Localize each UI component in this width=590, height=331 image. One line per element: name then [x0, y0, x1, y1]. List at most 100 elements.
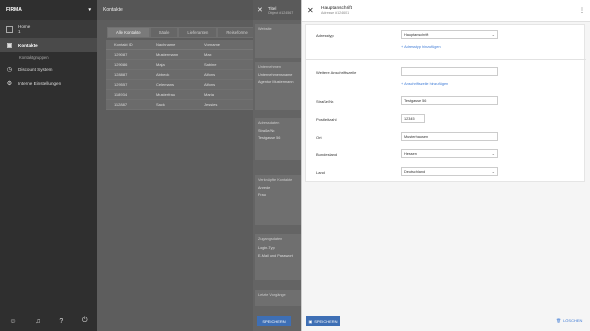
country-select[interactable]: Deutschland ⌄: [401, 167, 498, 176]
sidebar-item-label: Interne Einstellungen: [18, 80, 62, 86]
cell: 129087: [114, 52, 128, 57]
street-value: Testgasse 56: [404, 98, 427, 103]
city-input[interactable]: Musterhausen: [401, 132, 498, 141]
sidebar-item-label: Discount System: [18, 66, 53, 72]
bell-icon[interactable]: ♫: [35, 318, 40, 325]
chevron-down-icon: ⌄: [491, 151, 495, 156]
cell: Alfons: [204, 82, 216, 87]
adresstyp-label: Adresstyp: [316, 33, 334, 38]
table-row[interactable]: 129087 Mustermann Max: [106, 50, 256, 60]
save-button[interactable]: ▣ SPEICHERN: [306, 316, 340, 326]
company-header[interactable]: FIRMA ▾: [0, 0, 97, 20]
card-label: Verknüpfte Kontakte: [258, 178, 293, 182]
detail-subtitle: Object #124567: [267, 10, 294, 15]
column-header[interactable]: Nachname: [156, 42, 204, 47]
close-icon[interactable]: ✕: [307, 6, 319, 15]
chevron-down-icon: ⌄: [491, 169, 495, 174]
card-website: Website: [255, 24, 301, 58]
card-label: Letzte Vorgänge: [258, 293, 286, 297]
cell: 128887: [114, 72, 128, 77]
contact-tabs: Alle Kontakte Säale Lieferanten Reisefor…: [107, 27, 257, 38]
tab-all-contacts[interactable]: Alle Kontakte: [107, 27, 150, 38]
table-header: Kontakt ID Nachname Vorname: [106, 40, 256, 50]
tab-suppliers[interactable]: Lieferanten: [178, 27, 218, 38]
city-label: Ort: [316, 135, 322, 140]
panel-header: ✕ Hauptanschrift Adresse #124601 ⋮: [302, 0, 590, 22]
cell: Musterfrau: [156, 92, 176, 97]
add-address-type-link[interactable]: + Adresstyp hinzufügen: [401, 45, 441, 49]
state-value: Hessen: [404, 151, 417, 156]
chevron-down-icon[interactable]: ▾: [88, 7, 91, 13]
card-value: Anrede Frau: [258, 186, 271, 197]
user-icon[interactable]: ☺: [9, 318, 16, 325]
cell: Maja: [156, 62, 165, 67]
card-access: Zugangsdaten Login-Typ E-Mail und Passwo…: [255, 234, 301, 280]
close-icon[interactable]: ✕: [257, 6, 263, 14]
power-icon[interactable]: ⏻: [82, 317, 88, 325]
chevron-down-icon: ⌄: [491, 32, 495, 37]
divider: [306, 59, 586, 60]
state-select[interactable]: Hessen ⌄: [401, 149, 498, 158]
street-input[interactable]: Testgasse 56: [401, 96, 498, 105]
sidebar-item-discount[interactable]: ◷ Discount System: [0, 62, 97, 76]
table-row[interactable]: 112887 Sack Jessies: [106, 100, 256, 110]
zip-label: Postleitzahl: [316, 117, 337, 122]
save-label: SPEICHERN: [262, 318, 286, 324]
sidebar-item-kontakte[interactable]: ▣ Kontakte: [0, 38, 97, 52]
tab-saale[interactable]: Säale: [149, 27, 179, 38]
cell: Abbeck: [156, 72, 170, 77]
sidebar-subitem-kontaktgruppen[interactable]: Kontaktgruppen: [0, 52, 97, 62]
cell: Jessies: [204, 102, 218, 107]
cell: Celemans: [156, 82, 175, 87]
card-label: Website: [258, 27, 272, 31]
help-icon[interactable]: ?: [59, 318, 63, 325]
card-linked-contacts: Verknüpfte Kontakte Anrede Frau: [255, 175, 301, 225]
city-value: Musterhausen: [404, 134, 429, 139]
company-name: FIRMA: [6, 7, 22, 13]
sidebar-item-settings[interactable]: ⚙ Interne Einstellungen: [0, 76, 97, 90]
cell: 112887: [114, 102, 128, 107]
detail-save-button[interactable]: SPEICHERN: [257, 316, 291, 326]
card-value: Unternehmensname Agentur Mustermann: [258, 73, 294, 84]
contacts-table: Kontakt ID Nachname Vorname 129087 Muster…: [106, 40, 256, 110]
card-label: Adressdaten: [258, 121, 280, 125]
card-recent: Letzte Vorgänge: [255, 290, 301, 306]
card-value: Straße/Nr. Testgasse 56: [258, 129, 281, 140]
delete-label: LÖSCHEN: [563, 318, 583, 323]
table-row[interactable]: 118934 Musterfrau Maria: [106, 90, 256, 100]
cell: Maria: [204, 92, 215, 97]
cell: Sabine: [204, 62, 217, 67]
main-sidebar: FIRMA ▾ Home 1 ▣ Kontakte Kontaktgruppen…: [0, 0, 97, 331]
panel-subtitle: Adresse #124601: [321, 11, 350, 15]
cell: Mustermann: [156, 52, 179, 57]
column-header[interactable]: Vorname: [204, 42, 254, 47]
address-form: Adresstyp Hauptanschrift ⌄ + Adresstyp h…: [305, 24, 586, 182]
home-icon: [6, 25, 13, 33]
card-company: Unternehmen Unternehmensname Agentur Mus…: [255, 62, 301, 110]
more-icon[interactable]: ⋮: [579, 7, 585, 14]
detail-header: ✕ Titel Object #124567: [253, 0, 301, 20]
save-label: SPEICHERN: [314, 318, 338, 324]
save-icon: ▣: [308, 318, 313, 324]
table-row[interactable]: 129086 Maja Sabine: [106, 60, 256, 70]
country-label: Land: [316, 170, 325, 175]
cell: 129557: [114, 82, 128, 87]
adresstyp-select[interactable]: Hauptanschrift ⌄: [401, 30, 498, 39]
column-header[interactable]: Kontakt ID: [108, 42, 156, 47]
cell: Max: [204, 52, 212, 57]
add-line-link[interactable]: + Anschriftszeile hinzufügen: [401, 82, 448, 86]
card-address: Adressdaten Straße/Nr. Testgasse 56: [255, 118, 301, 160]
sidebar-footer: ☺ ♫ ? ⏻: [0, 311, 97, 331]
extra-line-input[interactable]: [401, 67, 498, 76]
tab-reiseforme[interactable]: Reiseforme: [217, 27, 257, 38]
cell: 129086: [114, 62, 128, 67]
table-row[interactable]: 128887 Abbeck Alfons: [106, 70, 256, 80]
delete-button[interactable]: 🗑 LÖSCHEN: [556, 318, 582, 323]
sidebar-subitem-label: Kontaktgruppen: [19, 54, 49, 60]
gear-icon: ⚙: [6, 80, 13, 87]
sidebar-home[interactable]: Home 1: [0, 20, 97, 38]
home-sublabel: 1: [18, 29, 21, 34]
table-row[interactable]: 129557 Celemans Alfons: [106, 80, 256, 90]
zip-input[interactable]: 12345: [401, 114, 425, 123]
street-label: Straße/Nr.: [316, 99, 335, 104]
